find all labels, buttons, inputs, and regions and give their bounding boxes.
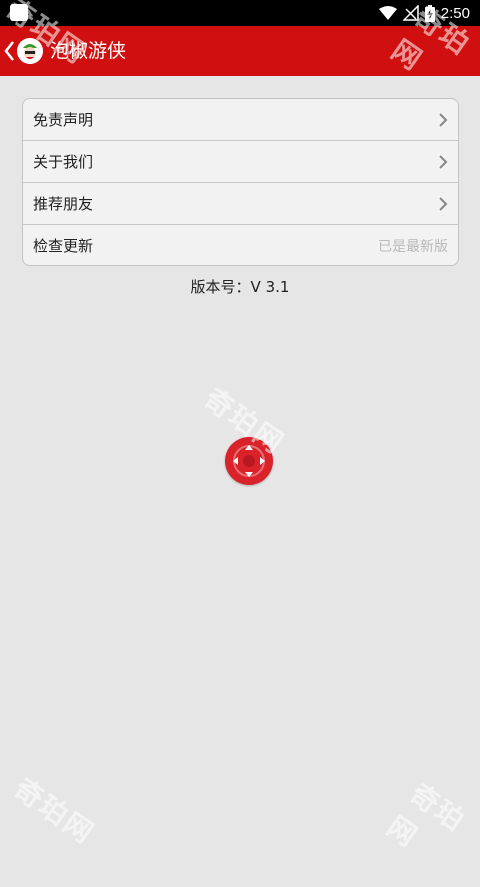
- menu-item-check-update[interactable]: 检查更新 已是最新版: [23, 225, 458, 265]
- chevron-right-icon: [438, 112, 448, 128]
- back-arrow-icon[interactable]: [3, 40, 15, 62]
- status-bar: 2:50: [0, 0, 480, 26]
- watermark: 奇珀网: [380, 776, 472, 854]
- settings-menu: 免责声明 关于我们 推荐朋友 检查更新 已是最新版: [22, 98, 459, 266]
- chevron-right-icon: [438, 196, 448, 212]
- menu-item-label: 推荐朋友: [33, 195, 94, 213]
- chevron-right-icon: [438, 154, 448, 170]
- menu-item-label: 检查更新: [33, 237, 94, 255]
- no-signal-icon: [402, 5, 419, 21]
- menu-item-recommend-friends[interactable]: 推荐朋友: [23, 183, 458, 225]
- battery-charging-icon: [424, 4, 435, 22]
- update-status-text: 已是最新版: [378, 238, 448, 255]
- menu-item-label: 关于我们: [33, 153, 94, 171]
- menu-item-disclaimer[interactable]: 免责声明: [23, 99, 458, 141]
- floating-gamepad-button[interactable]: [225, 437, 273, 485]
- status-time: 2:50: [440, 4, 470, 22]
- menu-item-about-us[interactable]: 关于我们: [23, 141, 458, 183]
- app-bar: 泡椒游侠: [0, 26, 480, 76]
- version-label: 版本号：V 3.1: [190, 278, 290, 296]
- notification-icon: [10, 4, 28, 21]
- gamepad-dpad-icon: [233, 445, 265, 477]
- watermark: 奇珀网: [7, 771, 101, 851]
- menu-item-label: 免责声明: [33, 111, 94, 129]
- app-logo-icon: [17, 38, 43, 64]
- wifi-icon: [378, 6, 397, 20]
- app-title: 泡椒游侠: [50, 40, 127, 62]
